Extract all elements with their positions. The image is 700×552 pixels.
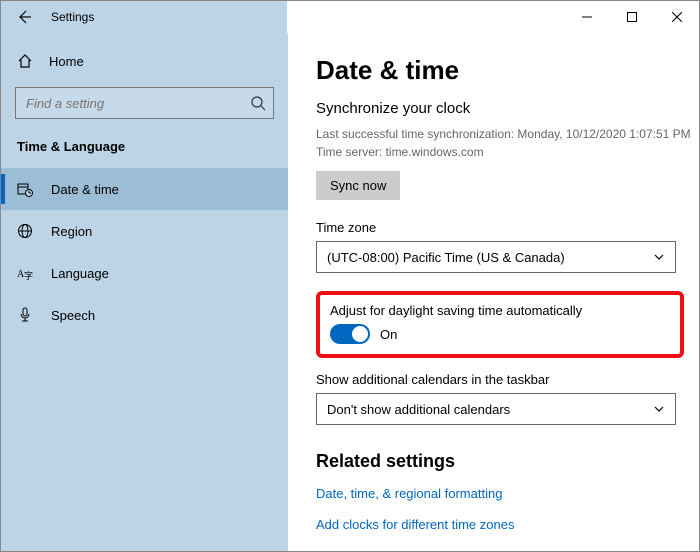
timezone-value: (UTC-08:00) Pacific Time (US & Canada) xyxy=(327,250,565,265)
window-title: Settings xyxy=(51,10,94,24)
microphone-icon xyxy=(17,307,33,323)
link-regional-formatting[interactable]: Date, time, & regional formatting xyxy=(316,486,699,501)
chevron-down-icon xyxy=(653,403,665,415)
chevron-down-icon xyxy=(653,251,665,263)
sidebar-item-label: Region xyxy=(51,224,92,239)
maximize-icon xyxy=(627,12,637,22)
timezone-label: Time zone xyxy=(316,220,699,235)
search-wrapper xyxy=(15,87,274,119)
arrow-left-icon xyxy=(16,9,32,25)
dst-toggle-row: On xyxy=(330,324,670,344)
additional-calendars-value: Don't show additional calendars xyxy=(327,402,510,417)
dst-state-text: On xyxy=(380,327,397,342)
sync-now-button[interactable]: Sync now xyxy=(316,171,400,200)
close-button[interactable] xyxy=(654,1,699,33)
window-controls xyxy=(564,1,699,33)
additional-calendars-select[interactable]: Don't show additional calendars xyxy=(316,393,676,425)
search-icon xyxy=(250,95,266,111)
sidebar-item-label: Language xyxy=(51,266,109,281)
sync-meta: Last successful time synchronization: Mo… xyxy=(316,125,699,161)
related-settings-heading: Related settings xyxy=(316,451,699,472)
link-add-clocks[interactable]: Add clocks for different time zones xyxy=(316,517,699,532)
additional-calendars-label: Show additional calendars in the taskbar xyxy=(316,372,699,387)
globe-icon xyxy=(17,223,33,239)
titlebar-left: Settings xyxy=(1,1,564,33)
settings-window: Settings Home Time & Language xyxy=(0,0,700,552)
sidebar-item-date-time[interactable]: Date & time xyxy=(1,168,288,210)
dst-toggle[interactable] xyxy=(330,324,370,344)
sidebar-item-speech[interactable]: Speech xyxy=(1,294,288,336)
sidebar-section-header: Time & Language xyxy=(1,129,288,168)
sidebar-item-language[interactable]: A字 Language xyxy=(1,252,288,294)
last-sync-text: Last successful time synchronization: Mo… xyxy=(316,125,699,143)
page-title: Date & time xyxy=(316,55,699,86)
home-icon xyxy=(17,53,33,69)
sidebar-item-label: Date & time xyxy=(51,182,119,197)
maximize-button[interactable] xyxy=(609,1,654,33)
dst-highlight: Adjust for daylight saving time automati… xyxy=(316,291,684,358)
close-icon xyxy=(672,12,682,22)
svg-text:字: 字 xyxy=(24,270,33,281)
sync-heading: Synchronize your clock xyxy=(316,100,699,117)
calendar-clock-icon xyxy=(17,181,33,197)
search-input[interactable] xyxy=(15,87,274,119)
time-server-text: Time server: time.windows.com xyxy=(316,143,699,161)
main-content: Date & time Synchronize your clock Last … xyxy=(288,33,699,551)
dst-label: Adjust for daylight saving time automati… xyxy=(330,303,670,318)
timezone-select[interactable]: (UTC-08:00) Pacific Time (US & Canada) xyxy=(316,241,676,273)
titlebar: Settings xyxy=(1,1,699,33)
minimize-icon xyxy=(582,12,592,22)
back-button[interactable] xyxy=(9,2,39,32)
minimize-button[interactable] xyxy=(564,1,609,33)
sidebar-item-label: Speech xyxy=(51,308,95,323)
sidebar-item-region[interactable]: Region xyxy=(1,210,288,252)
content-body: Home Time & Language Date & time Region … xyxy=(1,33,699,551)
sidebar-home[interactable]: Home xyxy=(1,41,288,81)
sidebar-home-label: Home xyxy=(49,54,84,69)
sidebar: Home Time & Language Date & time Region … xyxy=(1,33,288,551)
language-icon: A字 xyxy=(17,265,33,281)
